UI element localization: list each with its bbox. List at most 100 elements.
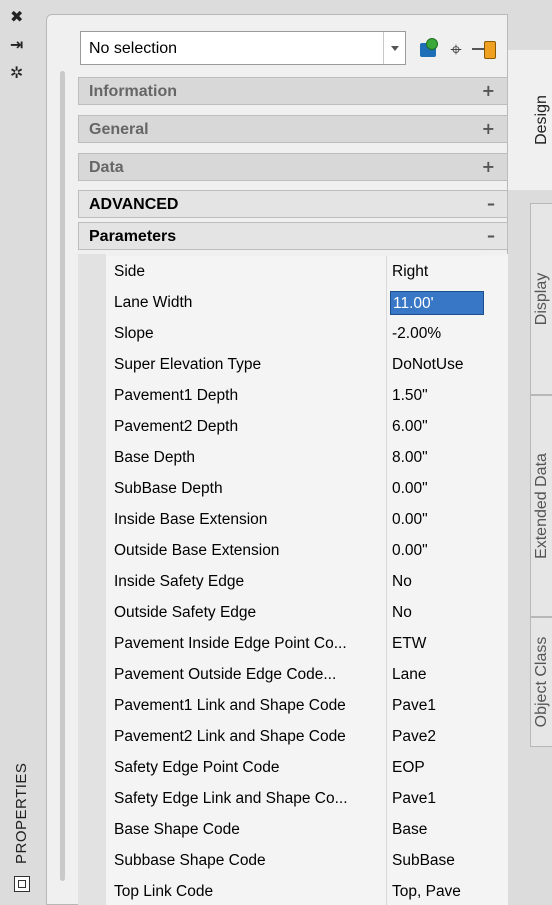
property-value[interactable]: No: [390, 570, 484, 594]
property-row[interactable]: Pavement2 Link and Shape Code Pave2: [106, 721, 508, 753]
property-value[interactable]: Right: [390, 260, 484, 284]
column-divider[interactable]: [386, 535, 387, 566]
property-value[interactable]: EOP: [390, 756, 484, 780]
property-row[interactable]: Base Depth 8.00": [106, 442, 508, 474]
tab-display[interactable]: Display: [530, 203, 552, 395]
object-selector-dropdown[interactable]: No selection: [80, 31, 406, 65]
property-row[interactable]: Subbase Shape Code SubBase: [106, 845, 508, 877]
tab-design[interactable]: Design: [508, 50, 552, 190]
property-row[interactable]: Pavement Outside Edge Code... Lane: [106, 659, 508, 691]
property-value[interactable]: [390, 291, 484, 315]
property-value[interactable]: Pave1: [390, 694, 484, 718]
column-divider[interactable]: [386, 659, 387, 690]
category-label: Parameters: [89, 228, 177, 245]
property-value[interactable]: 0.00": [390, 477, 484, 501]
lane-width-input[interactable]: [393, 295, 483, 313]
palette-title-strip: ✖ ⇥ ✲ PROPERTIES: [0, 0, 46, 905]
close-icon[interactable]: ✖: [10, 6, 36, 28]
property-row[interactable]: Inside Safety Edge No: [106, 566, 508, 598]
property-row[interactable]: Pavement2 Depth 6.00": [106, 411, 508, 443]
property-row[interactable]: Top Link Code Top, Pave: [106, 876, 508, 905]
column-divider[interactable]: [386, 256, 387, 287]
property-row[interactable]: Pavement1 Depth 1.50": [106, 380, 508, 412]
property-row[interactable]: Safety Edge Point Code EOP: [106, 752, 508, 784]
property-name: Pavement Outside Edge Code...: [114, 666, 337, 683]
property-value[interactable]: -2.00%: [390, 322, 484, 346]
column-divider[interactable]: [386, 597, 387, 628]
column-divider[interactable]: [386, 783, 387, 814]
property-value[interactable]: Pave1: [390, 787, 484, 811]
property-row[interactable]: Super Elevation Type DoNotUse: [106, 349, 508, 381]
tab-label: Object Class: [532, 636, 550, 728]
category-data[interactable]: Data +: [78, 153, 508, 181]
tab-extended-data[interactable]: Extended Data: [530, 395, 552, 617]
column-divider[interactable]: [386, 287, 387, 318]
property-row[interactable]: Outside Safety Edge No: [106, 597, 508, 629]
column-divider[interactable]: [386, 845, 387, 876]
category-information[interactable]: Information +: [78, 77, 508, 105]
tab-object-class[interactable]: Object Class: [530, 617, 552, 747]
property-row[interactable]: Pavement Inside Edge Point Co... ETW: [106, 628, 508, 660]
panel-scrollbar[interactable]: [60, 71, 65, 881]
property-name: Slope: [114, 325, 154, 342]
property-value[interactable]: 1.50": [390, 384, 484, 408]
property-row[interactable]: SubBase Depth 0.00": [106, 473, 508, 505]
property-value[interactable]: Lane: [390, 663, 484, 687]
column-divider[interactable]: [386, 318, 387, 349]
property-value[interactable]: 8.00": [390, 446, 484, 470]
property-row[interactable]: Lane Width: [106, 287, 508, 319]
column-divider[interactable]: [386, 690, 387, 721]
chevron-down-icon[interactable]: [383, 32, 405, 64]
column-divider[interactable]: [386, 411, 387, 442]
property-value[interactable]: 0.00": [390, 539, 484, 563]
category-parameters[interactable]: Parameters –: [78, 222, 508, 250]
grid-indent: [78, 254, 106, 905]
property-value[interactable]: DoNotUse: [390, 353, 484, 377]
column-divider[interactable]: [386, 721, 387, 752]
property-name: Safety Edge Point Code: [114, 759, 280, 776]
properties-settings-icon[interactable]: ✲: [10, 62, 36, 84]
property-row[interactable]: Side Right: [106, 256, 508, 288]
property-row[interactable]: Outside Base Extension 0.00": [106, 535, 508, 567]
property-value[interactable]: No: [390, 601, 484, 625]
column-divider[interactable]: [386, 752, 387, 783]
property-value[interactable]: Base: [390, 818, 484, 842]
property-row[interactable]: Inside Base Extension 0.00": [106, 504, 508, 536]
palette-menu-icon[interactable]: [14, 876, 30, 892]
property-value[interactable]: 6.00": [390, 415, 484, 439]
property-value[interactable]: Pave2: [390, 725, 484, 749]
column-divider[interactable]: [386, 380, 387, 411]
category-advanced[interactable]: ADVANCED –: [78, 190, 508, 218]
property-name: Pavement Inside Edge Point Co...: [114, 635, 347, 652]
property-value[interactable]: 0.00": [390, 508, 484, 532]
property-name: Outside Safety Edge: [114, 604, 257, 621]
collapse-icon[interactable]: –: [487, 194, 495, 213]
expand-icon[interactable]: +: [482, 157, 495, 176]
column-divider[interactable]: [386, 349, 387, 380]
property-value[interactable]: ETW: [390, 632, 484, 656]
quick-select-icon[interactable]: [418, 37, 442, 61]
property-value[interactable]: SubBase: [390, 849, 484, 873]
column-divider[interactable]: [386, 876, 387, 905]
property-row[interactable]: Pavement1 Link and Shape Code Pave1: [106, 690, 508, 722]
category-general[interactable]: General +: [78, 115, 508, 143]
property-value[interactable]: Top, Pave: [390, 880, 484, 904]
toggle-pickadd-icon[interactable]: [472, 37, 496, 61]
expand-icon[interactable]: +: [482, 119, 495, 138]
column-divider[interactable]: [386, 473, 387, 504]
select-objects-icon[interactable]: ⌖: [444, 37, 468, 61]
column-divider[interactable]: [386, 628, 387, 659]
auto-hide-icon[interactable]: ⇥: [10, 34, 36, 56]
collapse-icon[interactable]: –: [487, 226, 495, 245]
property-row[interactable]: Base Shape Code Base: [106, 814, 508, 846]
palette-title-label: PROPERTIES: [13, 762, 30, 864]
column-divider[interactable]: [386, 442, 387, 473]
column-divider[interactable]: [386, 814, 387, 845]
expand-icon[interactable]: +: [482, 81, 495, 100]
column-divider[interactable]: [386, 566, 387, 597]
property-name: Lane Width: [114, 294, 193, 311]
column-divider[interactable]: [386, 504, 387, 535]
property-row[interactable]: Safety Edge Link and Shape Co... Pave1: [106, 783, 508, 815]
property-row[interactable]: Slope -2.00%: [106, 318, 508, 350]
object-selector-value: No selection: [89, 40, 178, 57]
